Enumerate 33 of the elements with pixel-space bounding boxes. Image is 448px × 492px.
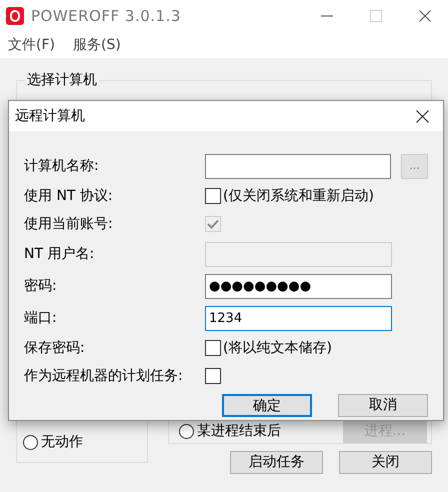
field-label: 使用当前账号:	[24, 214, 114, 234]
radio-label: 某进程结束后	[197, 422, 281, 441]
dialog-button[interactable]: 取消	[338, 394, 428, 417]
minimize-icon[interactable]	[321, 15, 333, 17]
dialog-button[interactable]: 确定	[222, 394, 312, 417]
input-field[interactable]	[205, 154, 392, 178]
field-label: 密码:	[24, 276, 58, 296]
checkbox[interactable]	[205, 340, 221, 356]
input-field[interactable]: ●●●●●●●●●	[205, 274, 392, 298]
field-label: 端口:	[24, 308, 58, 328]
close-icon[interactable]	[419, 10, 431, 22]
checkbox-note: (将以纯文本储存)	[223, 338, 332, 358]
window-title: POWEROFF 3.0.1.3	[31, 6, 181, 27]
radio-label: 无动作	[41, 433, 83, 452]
action-button[interactable]: 启动任务	[230, 451, 323, 474]
power-app-icon	[6, 7, 24, 25]
action-button[interactable]: 关闭	[339, 451, 432, 474]
menu-item[interactable]: 服务(S)	[70, 34, 123, 56]
field-label: 使用 NT 协议:	[24, 186, 114, 206]
field-label: 计算机名称:	[24, 156, 100, 176]
checkbox[interactable]	[205, 368, 221, 384]
radio-button[interactable]	[23, 435, 38, 450]
checkbox-note: (仅关闭系统和重新启动)	[223, 186, 374, 206]
field-label: 作为远程机器的计划任务:	[24, 366, 184, 386]
radio-button[interactable]	[179, 424, 194, 439]
close-icon[interactable]	[416, 110, 429, 122]
input-field[interactable]: 1234	[205, 306, 392, 330]
checkbox[interactable]	[205, 188, 221, 204]
menu-item[interactable]: 文件(F)	[6, 34, 57, 56]
dialog-title: 远程计算机	[15, 106, 85, 126]
maximize-icon	[370, 10, 382, 22]
field-label: NT 用户名:	[24, 244, 96, 264]
field-label: 保存密码:	[24, 338, 86, 358]
